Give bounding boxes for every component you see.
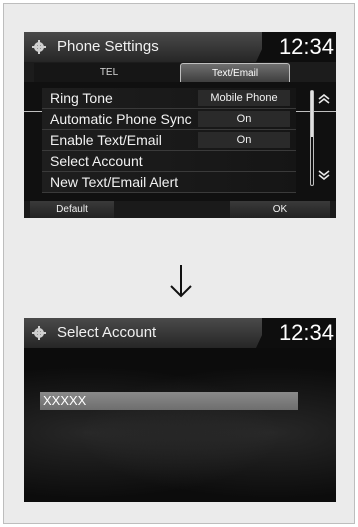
list-item-value: Mobile Phone bbox=[198, 90, 290, 106]
list-item-select-account[interactable]: Select Account bbox=[42, 151, 296, 172]
list-item-label: Ring Tone bbox=[50, 90, 113, 106]
gear-icon bbox=[32, 326, 46, 340]
chevron-up-icon[interactable] bbox=[318, 94, 330, 104]
ok-button[interactable]: OK bbox=[230, 201, 330, 218]
list-item-label: Select Account bbox=[50, 153, 143, 169]
list-item-new-text-email-alert[interactable]: New Text/Email Alert bbox=[42, 172, 296, 193]
tab-text-email[interactable]: Text/Email bbox=[180, 63, 290, 82]
list-item-label: Automatic Phone Sync bbox=[50, 111, 192, 127]
clock: 12:34 bbox=[262, 318, 336, 348]
scrollbar-thumb[interactable] bbox=[311, 91, 313, 137]
title-bar: Select Account 12:34 bbox=[24, 318, 336, 348]
screen-title: Phone Settings bbox=[57, 38, 159, 55]
select-account-screen: Select Account 12:34 XXXXX bbox=[24, 318, 336, 502]
list-item-account[interactable]: XXXXX bbox=[40, 392, 298, 410]
default-button[interactable]: Default bbox=[30, 201, 114, 218]
tab-bar: TEL Text/Email bbox=[24, 62, 336, 112]
list-item-label: Enable Text/Email bbox=[50, 132, 162, 148]
down-arrow-icon bbox=[170, 265, 192, 298]
list-item-ring-tone[interactable]: Ring Tone Mobile Phone bbox=[42, 88, 296, 109]
settings-list: Ring Tone Mobile Phone Automatic Phone S… bbox=[42, 88, 296, 193]
list-item-value: On bbox=[198, 111, 290, 127]
background-glow bbox=[24, 348, 336, 502]
chevron-down-icon[interactable] bbox=[318, 170, 330, 180]
phone-settings-screen: Phone Settings 12:34 TEL Text/Email Ring… bbox=[24, 32, 336, 218]
bottom-bar: Default OK bbox=[24, 201, 336, 218]
clock: 12:34 bbox=[262, 32, 336, 62]
scrollbar[interactable] bbox=[310, 90, 314, 186]
list-item-value: On bbox=[198, 132, 290, 148]
gear-icon bbox=[32, 40, 46, 54]
screen-title: Select Account bbox=[57, 324, 157, 341]
list-item-label: New Text/Email Alert bbox=[50, 174, 179, 190]
tab-tel[interactable]: TEL bbox=[34, 63, 184, 82]
list-item-automatic-phone-sync[interactable]: Automatic Phone Sync On bbox=[42, 109, 296, 130]
list-item-enable-text-email[interactable]: Enable Text/Email On bbox=[42, 130, 296, 151]
title-bar: Phone Settings 12:34 bbox=[24, 32, 336, 62]
